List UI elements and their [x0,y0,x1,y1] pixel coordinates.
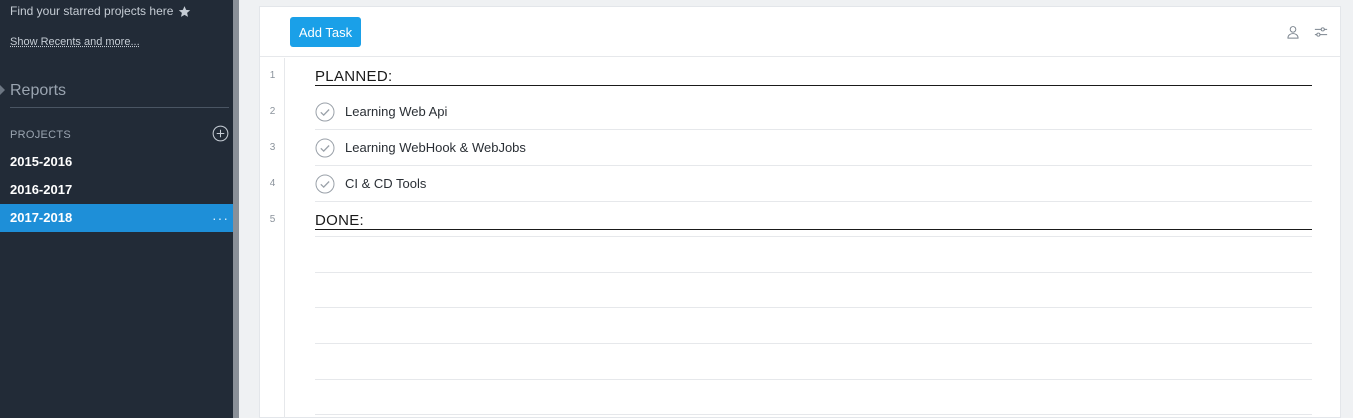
person-icon[interactable] [1286,25,1300,39]
add-project-icon[interactable] [212,125,229,142]
complete-check-icon[interactable] [315,102,335,122]
task-panel: Add Task 1 2 3 4 5 PLANNED: Learning Web… [259,6,1341,418]
project-label: 2015-2016 [10,154,73,169]
project-label: 2016-2017 [10,182,73,197]
line-number: 3 [269,142,276,153]
empty-row-divider [315,414,1312,415]
project-label: 2017-2018 [10,210,73,225]
empty-row-divider [315,379,1312,380]
starred-projects-hint: Find your starred projects here [10,4,191,18]
task-row[interactable]: Learning WebHook & WebJobs [315,130,1312,166]
section-header-done[interactable]: DONE: [315,194,1312,230]
section-title: DONE: [315,212,365,229]
filter-sliders-icon[interactable] [1314,25,1328,39]
line-number: 2 [269,106,276,117]
reports-caret-icon [0,85,5,95]
project-item-2017-2018[interactable]: 2017-2018 ··· [0,204,233,232]
empty-row-divider [315,307,1312,308]
reports-link[interactable]: Reports [10,82,66,100]
line-number-gutter: 1 2 3 4 5 [260,58,285,418]
star-icon [179,5,191,17]
project-item-2015-2016[interactable]: 2015-2016 [0,148,233,176]
task-name[interactable]: Learning WebHook & WebJobs [345,140,526,155]
projects-header: PROJECTS [10,129,72,141]
line-number: 5 [269,214,276,225]
show-recents-link[interactable]: Show Recents and more... [10,36,140,48]
empty-row-divider [315,343,1312,344]
complete-check-icon[interactable] [315,174,335,194]
task-name[interactable]: CI & CD Tools [345,176,426,191]
empty-row-divider [315,272,1312,273]
starred-projects-text: Find your starred projects here [10,4,174,18]
divider [10,107,229,108]
project-item-2016-2017[interactable]: 2016-2017 [0,176,233,204]
task-row[interactable]: Learning Web Api [315,94,1312,130]
task-name[interactable]: Learning Web Api [345,104,447,119]
complete-check-icon[interactable] [315,138,335,158]
section-title: PLANNED: [315,68,393,85]
line-number: 1 [269,70,276,81]
add-task-button[interactable]: Add Task [290,17,361,47]
more-options-icon[interactable]: ··· [212,204,229,232]
section-header-planned[interactable]: PLANNED: [315,50,1312,86]
sidebar-resize-handle[interactable] [233,0,239,418]
sidebar: Find your starred projects here Show Rec… [0,0,233,418]
empty-row-divider [315,236,1312,237]
line-number: 4 [269,178,276,189]
